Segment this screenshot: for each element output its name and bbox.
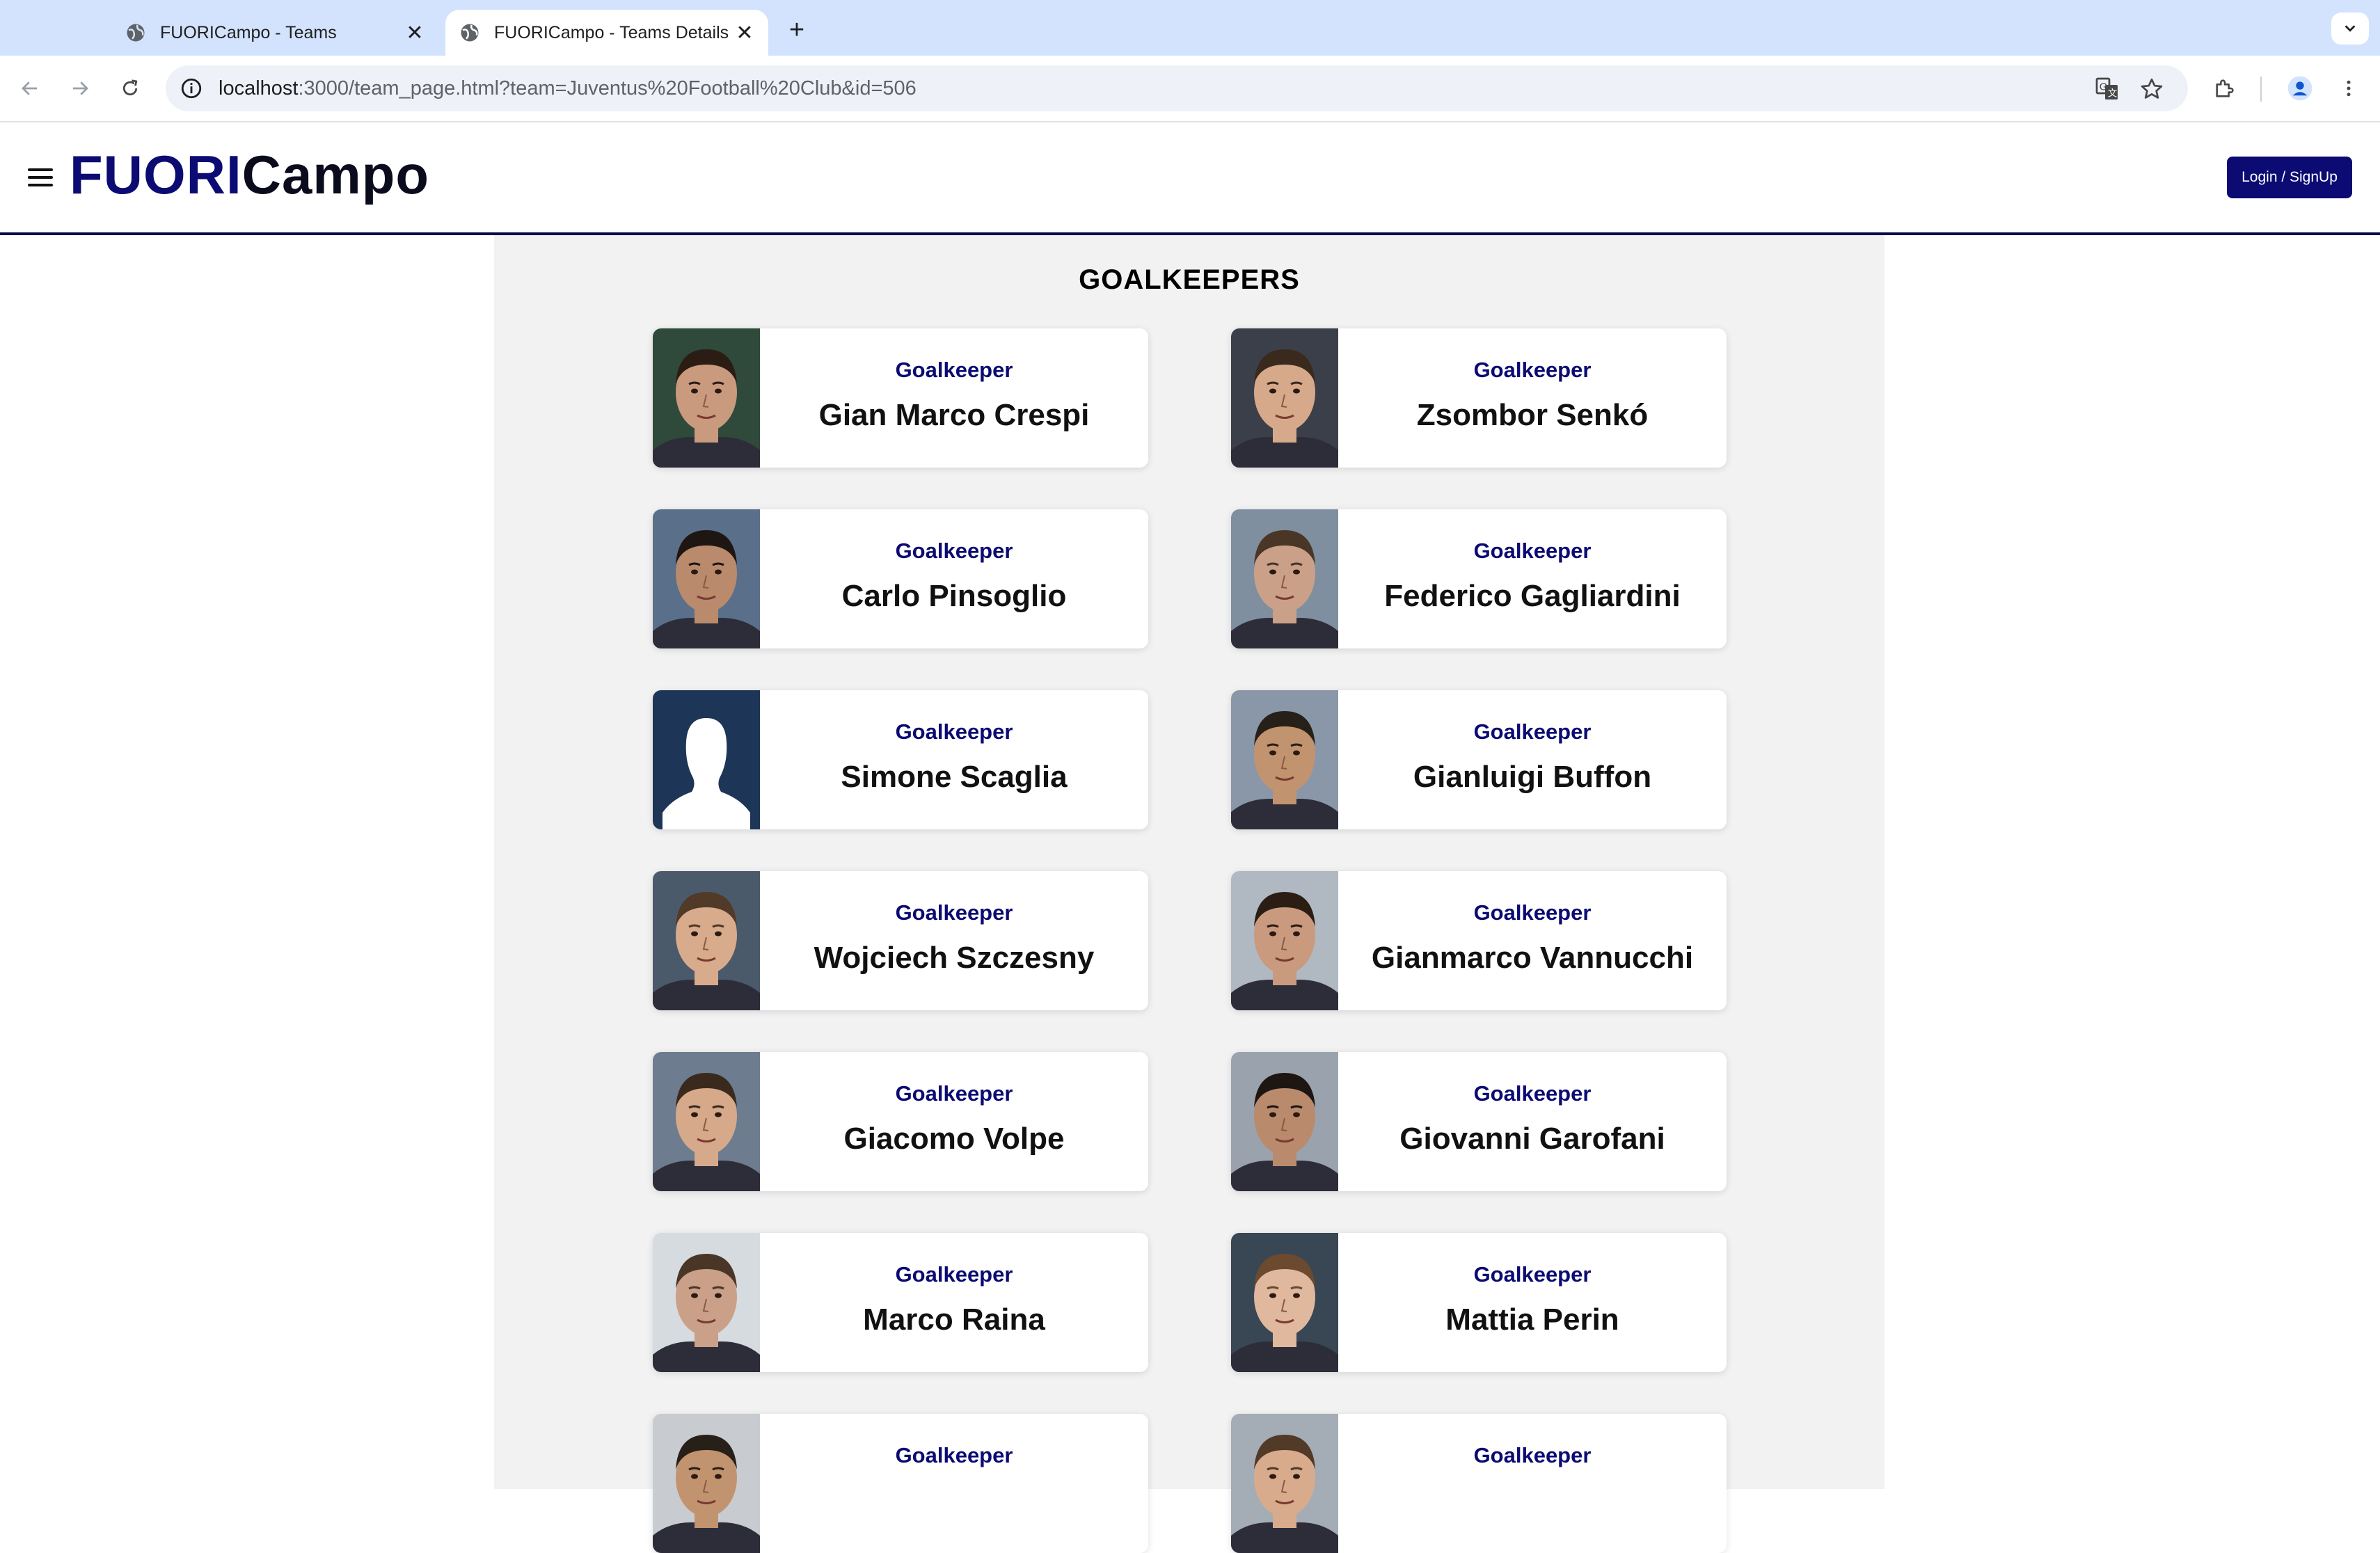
player-card[interactable]: Goalkeeper [653, 1414, 1148, 1553]
player-card[interactable]: Goalkeeper Simone Scaglia [653, 690, 1148, 829]
player-role: Goalkeeper [895, 1443, 1013, 1467]
player-card[interactable]: Goalkeeper Gianluigi Buffon [1231, 690, 1727, 829]
browser-toolbar: localhost:3000/team_page.html?team=Juven… [0, 56, 2380, 122]
player-photo [653, 509, 760, 648]
more-vert-icon[interactable] [2331, 71, 2366, 106]
toolbar-divider [2260, 77, 2262, 102]
browser-tab-teams-details[interactable]: FUORICampo - Teams Details ✕ [445, 10, 768, 56]
star-icon[interactable] [2139, 77, 2164, 102]
player-name: Gianluigi Buffon [1413, 760, 1652, 794]
player-name: Carlo Pinsoglio [841, 579, 1067, 613]
player-photo [653, 1414, 760, 1553]
address-bar[interactable]: localhost:3000/team_page.html?team=Juven… [166, 65, 2188, 111]
player-card[interactable]: Goalkeeper Carlo Pinsoglio [653, 509, 1148, 648]
login-signup-button[interactable]: Login / SignUp [2227, 157, 2352, 198]
player-name: Marco Raina [863, 1303, 1045, 1337]
player-card[interactable]: Goalkeeper Gianmarco Vannucchi [1231, 871, 1727, 1010]
player-card[interactable]: Goalkeeper Zsombor Senkó [1231, 328, 1727, 468]
section-title: GOALKEEPERS [1079, 264, 1300, 295]
player-name: Mattia Perin [1445, 1303, 1619, 1337]
back-icon[interactable] [13, 71, 47, 106]
player-card[interactable]: Goalkeeper Giacomo Volpe [653, 1052, 1148, 1191]
player-photo [1231, 1233, 1338, 1372]
player-name: Zsombor Senkó [1416, 398, 1649, 432]
extensions-icon[interactable] [2207, 71, 2242, 106]
browser-tab-teams[interactable]: FUORICampo - Teams ✕ [111, 10, 438, 56]
player-card[interactable]: Goalkeeper Wojciech Szczesny [653, 871, 1148, 1010]
player-photo [653, 1233, 760, 1372]
player-role: Goalkeeper [1473, 1081, 1592, 1106]
reload-icon[interactable] [113, 71, 148, 106]
player-photo [1231, 1414, 1338, 1553]
close-icon[interactable]: ✕ [731, 19, 759, 47]
translate-icon[interactable]: G文 [2095, 77, 2120, 102]
globe-icon [461, 24, 479, 42]
player-photo [1231, 871, 1338, 1010]
tab-title: FUORICampo - Teams Details [494, 22, 729, 42]
player-name: Gian Marco Crespi [818, 398, 1090, 432]
player-role: Goalkeeper [895, 1262, 1013, 1287]
player-role: Goalkeeper [895, 719, 1013, 744]
player-role: Goalkeeper [1473, 900, 1592, 925]
tab-title: FUORICampo - Teams [160, 22, 337, 42]
player-card[interactable]: Goalkeeper Gian Marco Crespi [653, 328, 1148, 468]
site-header: FUORICampo Login / SignUp [0, 122, 2380, 235]
player-role: Goalkeeper [895, 358, 1013, 382]
player-role: Goalkeeper [1473, 1262, 1592, 1287]
browser-tab-strip: FUORICampo - Teams ✕ FUORICampo - Teams … [0, 0, 2380, 56]
globe-icon [127, 24, 145, 42]
plus-icon[interactable]: + [779, 13, 814, 47]
silhouette-icon [653, 690, 760, 829]
player-role: Goalkeeper [1473, 358, 1592, 382]
player-card[interactable]: Goalkeeper [1231, 1414, 1727, 1553]
player-card[interactable]: Goalkeeper Mattia Perin [1231, 1233, 1727, 1372]
player-photo [1231, 328, 1338, 468]
player-card[interactable]: Goalkeeper Federico Gagliardini [1231, 509, 1727, 648]
player-photo [653, 871, 760, 1010]
player-role: Goalkeeper [1473, 1443, 1592, 1467]
chevron-down-icon[interactable] [2331, 13, 2369, 45]
svg-text:文: 文 [2108, 88, 2118, 99]
player-photo [1231, 509, 1338, 648]
forward-icon[interactable] [63, 71, 97, 106]
info-icon[interactable] [180, 77, 203, 100]
player-name: Federico Gagliardini [1384, 579, 1681, 613]
team-roster-section: GOALKEEPERS Goalkeeper Gian Marco Crespi G… [494, 235, 1885, 1553]
url-text: localhost:3000/team_page.html?team=Juven… [219, 77, 917, 99]
player-card[interactable]: Goalkeeper Marco Raina [653, 1233, 1148, 1372]
player-role: Goalkeeper [895, 539, 1013, 563]
close-icon[interactable]: ✕ [401, 19, 429, 47]
player-photo [1231, 690, 1338, 829]
player-card[interactable]: Goalkeeper Giovanni Garofani [1231, 1052, 1727, 1191]
player-name: Gianmarco Vannucchi [1371, 941, 1694, 975]
player-role: Goalkeeper [895, 900, 1013, 925]
player-photo [653, 1052, 760, 1191]
player-photo-placeholder [653, 690, 760, 829]
player-photo [653, 328, 760, 468]
site-logo[interactable]: FUORICampo [70, 143, 429, 207]
player-role: Goalkeeper [895, 1081, 1013, 1106]
player-role: Goalkeeper [1473, 719, 1592, 744]
player-name: Simone Scaglia [841, 760, 1068, 794]
player-name: Giacomo Volpe [843, 1122, 1065, 1156]
player-role: Goalkeeper [1473, 539, 1592, 563]
profile-icon[interactable] [2283, 71, 2317, 106]
player-name: Wojciech Szczesny [814, 941, 1095, 975]
player-name: Giovanni Garofani [1399, 1122, 1665, 1156]
player-photo [1231, 1052, 1338, 1191]
hamburger-icon[interactable] [28, 168, 53, 186]
